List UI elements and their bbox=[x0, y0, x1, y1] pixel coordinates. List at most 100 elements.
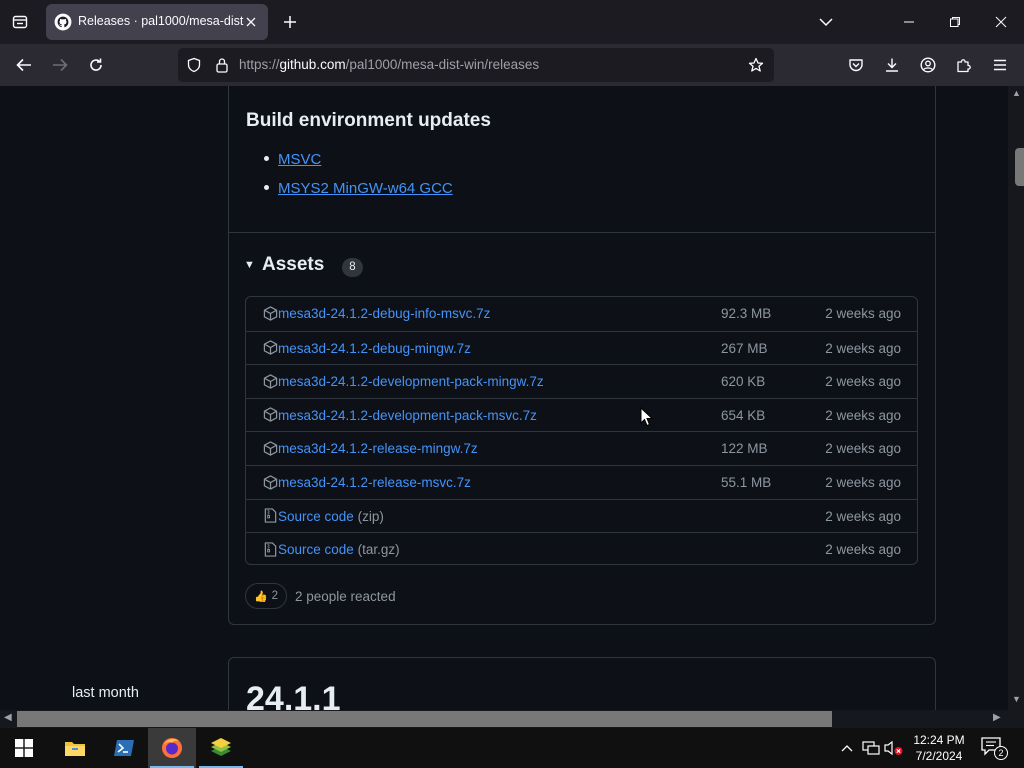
bookmark-star-icon[interactable] bbox=[746, 55, 766, 75]
asset-size: 654 KB bbox=[721, 407, 766, 423]
navigation-toolbar: https://github.com/pal1000/mesa-dist-win… bbox=[0, 44, 1024, 86]
bullet-dot bbox=[264, 184, 269, 190]
powershell-icon bbox=[114, 740, 134, 756]
asset-link[interactable]: mesa3d-24.1.2-release-msvc.7z bbox=[278, 475, 471, 490]
notification-count-badge: 2 bbox=[994, 746, 1008, 760]
folder-icon bbox=[65, 742, 85, 756]
tab-bar: Releases · pal1000/mesa-dist-win bbox=[0, 0, 1024, 44]
thumbs-up-icon: 👍 bbox=[253, 590, 268, 603]
asset-link[interactable]: mesa3d-24.1.2-debug-info-msvc.7z bbox=[278, 306, 490, 321]
asset-name: mesa3d-24.1.2-release-msvc.7z bbox=[278, 475, 471, 490]
package-icon bbox=[262, 340, 278, 356]
asset-date: 2 weeks ago bbox=[825, 306, 901, 321]
forward-arrow-icon[interactable] bbox=[47, 52, 73, 78]
firefox-view-icon[interactable] bbox=[8, 10, 32, 34]
asset-name: mesa3d-24.1.2-development-pack-mingw.7z bbox=[278, 374, 544, 390]
firefox-taskbar-button[interactable] bbox=[148, 728, 196, 768]
msys2-link[interactable]: MSYS2 MinGW-w64 GCC bbox=[278, 180, 453, 197]
asset-link[interactable]: mesa3d-24.1.2-development-pack-msvc.7z bbox=[278, 408, 537, 423]
minimize-icon[interactable] bbox=[895, 8, 923, 36]
assets-heading[interactable]: Assets bbox=[262, 254, 324, 276]
build-item-msys2: MSYS2 MinGW-w64 GCC bbox=[264, 180, 453, 197]
restore-icon[interactable] bbox=[941, 8, 969, 36]
package-icon bbox=[262, 474, 278, 490]
reaction-summary: 2 people reacted bbox=[295, 589, 396, 604]
horizontal-scroll-thumb[interactable] bbox=[17, 711, 832, 727]
clock-time: 12:24 PM bbox=[913, 733, 965, 747]
asset-row: Source code (tar.gz) 2 weeks ago bbox=[246, 532, 917, 564]
network-icon[interactable] bbox=[861, 738, 881, 758]
url-bar[interactable]: https://github.com/pal1000/mesa-dist-win… bbox=[178, 48, 774, 82]
url-host: github.com bbox=[279, 57, 346, 72]
asset-date: 2 weeks ago bbox=[825, 441, 901, 457]
asset-date: 2 weeks ago bbox=[825, 340, 901, 356]
asset-row: mesa3d-24.1.2-debug-info-msvc.7z 92.3 MB 2… bbox=[246, 297, 917, 331]
package-icon bbox=[262, 305, 278, 321]
hamburger-menu-icon[interactable] bbox=[987, 52, 1013, 78]
file-zip-icon bbox=[262, 541, 278, 557]
asset-name: mesa3d-24.1.2-debug-info-msvc.7z bbox=[278, 306, 491, 321]
downloads-icon[interactable] bbox=[879, 52, 905, 78]
asset-link[interactable]: Source code (tar.gz) bbox=[278, 542, 400, 557]
new-tab-icon[interactable] bbox=[278, 10, 302, 34]
windows-logo-icon bbox=[15, 739, 33, 757]
browser-tab[interactable]: Releases · pal1000/mesa-dist-win bbox=[46, 4, 268, 40]
asset-extension: (zip) bbox=[357, 508, 384, 524]
chevron-down-icon[interactable] bbox=[814, 10, 838, 34]
close-tab-icon[interactable] bbox=[242, 13, 260, 31]
vertical-scrollbar[interactable]: ▲ ▼ bbox=[1008, 86, 1024, 710]
action-center-button[interactable]: 2 bbox=[980, 736, 1008, 760]
vertical-scroll-thumb[interactable] bbox=[1015, 148, 1024, 186]
asset-size: 92.3 MB bbox=[721, 306, 772, 321]
extensions-puzzle-icon[interactable] bbox=[951, 52, 977, 78]
reload-icon[interactable] bbox=[83, 52, 109, 78]
scroll-left-arrow-icon[interactable]: ◀ bbox=[4, 712, 12, 723]
url-text[interactable]: https://github.com/pal1000/mesa-dist-win… bbox=[239, 57, 539, 72]
reaction-button[interactable]: 👍 2 bbox=[245, 583, 287, 609]
release-title[interactable]: 24.1.1 bbox=[246, 680, 341, 710]
asset-name: mesa3d-24.1.2-debug-mingw.7z bbox=[278, 340, 471, 356]
scroll-up-arrow-icon[interactable]: ▲ bbox=[1012, 88, 1021, 98]
url-prefix: https:// bbox=[239, 57, 280, 72]
assets-list: mesa3d-24.1.2-debug-info-msvc.7z 92.3 MB 2… bbox=[245, 296, 918, 565]
asset-name: mesa3d-24.1.2-release-mingw.7z bbox=[278, 441, 478, 457]
start-button[interactable] bbox=[0, 728, 48, 768]
asset-row: mesa3d-24.1.2-release-msvc.7z 55.1 MB 2 we… bbox=[246, 465, 917, 499]
asset-row: mesa3d-24.1.2-development-pack-mingw.7z 6… bbox=[246, 364, 917, 398]
scroll-right-arrow-icon[interactable]: ▶ bbox=[993, 712, 1001, 723]
scroll-down-arrow-icon[interactable]: ▼ bbox=[1012, 694, 1021, 704]
asset-link[interactable]: mesa3d-24.1.2-development-pack-mingw.7z bbox=[278, 374, 544, 389]
lock-icon[interactable] bbox=[212, 55, 232, 75]
asset-link[interactable]: mesa3d-24.1.2-release-mingw.7z bbox=[278, 441, 478, 456]
divider bbox=[229, 232, 935, 233]
package-icon bbox=[262, 373, 278, 389]
bluestacks-button[interactable] bbox=[197, 728, 245, 768]
assets-expand-triangle-icon[interactable]: ▼ bbox=[244, 256, 256, 274]
mouse-cursor-icon bbox=[640, 407, 654, 427]
asset-name: Source code bbox=[278, 508, 354, 524]
tracking-protection-shield-icon[interactable] bbox=[184, 55, 204, 75]
asset-size: 620 KB bbox=[721, 374, 766, 390]
reaction-count: 2 bbox=[271, 590, 279, 602]
msvc-link[interactable]: MSVC bbox=[278, 151, 321, 168]
file-zip-icon bbox=[262, 508, 278, 524]
asset-name: mesa3d-24.1.2-development-pack-msvc.7z bbox=[278, 407, 537, 423]
asset-link[interactable]: mesa3d-24.1.2-debug-mingw.7z bbox=[278, 341, 471, 356]
pocket-icon[interactable] bbox=[843, 52, 869, 78]
asset-date: 2 weeks ago bbox=[825, 475, 901, 490]
back-arrow-icon[interactable] bbox=[11, 52, 37, 78]
windows-taskbar: 12:24 PM 7/2/2024 2 bbox=[0, 728, 1024, 768]
asset-link[interactable]: Source code (zip) bbox=[278, 509, 384, 524]
close-window-icon[interactable] bbox=[987, 8, 1015, 36]
clock-date: 7/2/2024 bbox=[915, 749, 963, 763]
horizontal-scrollbar[interactable]: ◀ ▶ bbox=[0, 710, 1008, 728]
account-icon[interactable] bbox=[915, 52, 941, 78]
file-explorer-button[interactable] bbox=[51, 728, 99, 768]
powershell-button[interactable] bbox=[100, 728, 148, 768]
volume-muted-icon[interactable] bbox=[884, 738, 904, 758]
system-clock[interactable]: 12:24 PM 7/2/2024 bbox=[906, 732, 972, 764]
page-content: Build environment updates MSVC MSYS2 Min… bbox=[0, 86, 1008, 710]
show-hidden-icons-chevron-up-icon[interactable] bbox=[837, 738, 857, 758]
build-item-msvc: MSVC bbox=[264, 151, 321, 168]
asset-row: mesa3d-24.1.2-development-pack-msvc.7z 65… bbox=[246, 397, 917, 432]
